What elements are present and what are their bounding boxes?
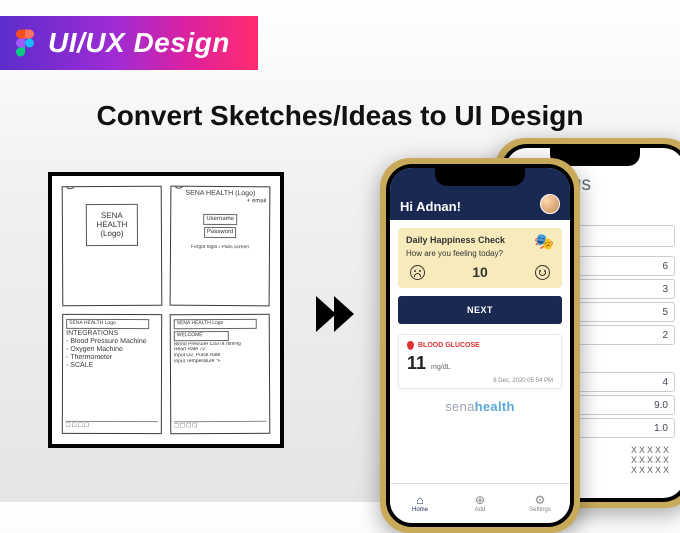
masks-icon: 🎭 — [534, 232, 554, 252]
fast-forward-icon — [312, 290, 360, 338]
happiness-title: Daily Happiness Check — [406, 235, 554, 245]
plus-circle-icon: ⊕ — [475, 494, 485, 506]
sketch-cell-1: 1 SENA HEALTH (Logo) — [62, 186, 163, 307]
glucose-value: 11 mg/dL — [407, 353, 553, 374]
badge-title: UI/UX Design — [48, 27, 230, 59]
blood-drop-icon — [407, 341, 414, 350]
figma-badge: UI/UX Design — [0, 16, 258, 70]
sketch-cell-3: SENA HEALTH Logo INTEGRATIONS - Blood Pr… — [62, 314, 162, 434]
main-heading: Convert Sketches/Ideas to UI Design — [0, 100, 680, 132]
figma-logo-icon — [16, 29, 34, 57]
tab-add[interactable]: ⊕ Add — [450, 484, 510, 523]
phone-notch — [435, 168, 525, 186]
greeting-label: Hi Adnan! — [400, 199, 461, 214]
sad-face-icon[interactable] — [410, 265, 425, 280]
tab-home[interactable]: ⌂ Home — [390, 484, 450, 523]
phone-mockup-home: Hi Adnan! 🎭 Daily Happiness Check How ar… — [380, 158, 580, 533]
next-button[interactable]: NEXT — [398, 296, 562, 324]
sketch-cell-4: SENA HEALTH Logo WELCOME Blood Pressure … — [170, 314, 271, 435]
happiness-subtitle: How are you feeling today? — [406, 249, 554, 258]
tab-settings[interactable]: ⚙ Settings — [510, 484, 570, 523]
happy-face-icon[interactable] — [535, 265, 550, 280]
glucose-date: 8 Dec, 2020 05:54 PM — [493, 378, 553, 384]
mood-value: 10 — [472, 264, 488, 280]
sketch-frame: 1 SENA HEALTH (Logo) 2 SENA HEALTH (Logo… — [48, 172, 284, 448]
sketch-cell-2: 2 SENA HEALTH (Logo) + email Username Pa… — [170, 186, 271, 307]
happiness-card: 🎭 Daily Happiness Check How are you feel… — [398, 228, 562, 288]
avatar-icon[interactable] — [540, 194, 560, 214]
tab-bar: ⌂ Home ⊕ Add ⚙ Settings — [390, 483, 570, 523]
brand-logo: senahealth — [390, 399, 570, 414]
glucose-card[interactable]: BLOOD GLUCOSE 11 mg/dL 8 Dec, 2020 05:54… — [398, 334, 562, 389]
home-icon: ⌂ — [416, 494, 423, 506]
glucose-label: BLOOD GLUCOSE — [407, 341, 553, 350]
gear-icon: ⚙ — [535, 494, 546, 506]
